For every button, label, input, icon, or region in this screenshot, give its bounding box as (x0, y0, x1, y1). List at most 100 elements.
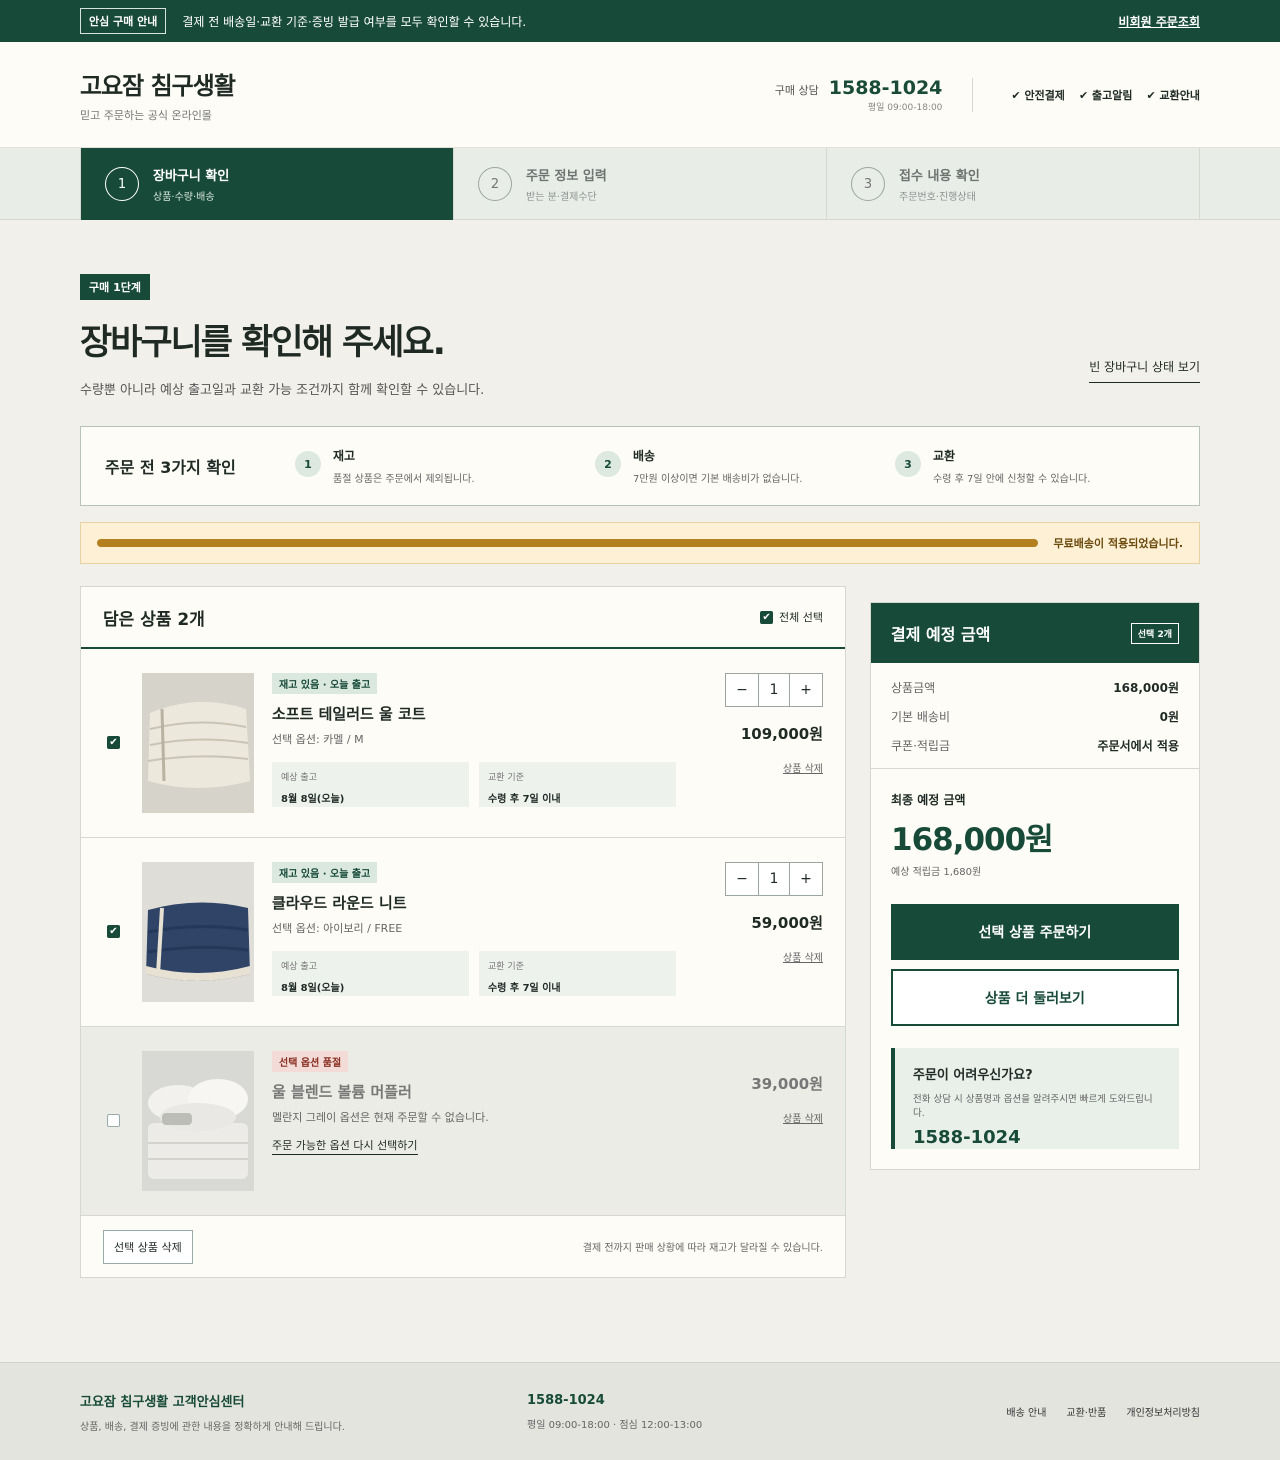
help-phone: 1588-1024 (913, 1127, 1021, 1148)
expected-ship-box: 예상 출고 8월 8일(오늘) (272, 762, 469, 807)
step-title: 장바구니 확인 (153, 169, 230, 184)
stage-badge: 구매 1단계 (80, 274, 150, 300)
cart-title: 담은 상품 2개 (103, 609, 205, 630)
page-description: 수량뿐 아니라 예상 출고일과 교환 가능 조건까지 함께 확인할 수 있습니다… (80, 383, 485, 398)
guest-order-lookup-link[interactable]: 비회원 주문조회 (1119, 13, 1200, 30)
step-cart: 1 장바구니 확인 상품·수량·배송 (81, 148, 454, 220)
step-number: 3 (851, 167, 885, 201)
product-image-duvet-cream[interactable] (142, 673, 254, 813)
expected-ship-value: 8월 8일(오늘) (281, 794, 345, 805)
product-name[interactable]: 울 블렌드 볼륨 머플러 (272, 1081, 676, 1102)
expected-points: 예상 적립금 1,680원 (891, 867, 982, 878)
reselect-option-link[interactable]: 주문 가능한 옵션 다시 선택하기 (272, 1137, 418, 1155)
summary-row-shipping: 기본 배송비 0원 (891, 702, 1179, 731)
phone-hours: 평일 09:00-18:00 (867, 102, 943, 113)
delete-item-link[interactable]: 상품 삭제 (783, 949, 823, 964)
stock-notice: 결제 전까지 판매 상황에 따라 재고가 달라질 수 있습니다. (582, 1243, 823, 1254)
product-image-duvet-navy[interactable] (142, 862, 254, 1002)
item-checkbox[interactable]: ✔ (107, 925, 120, 938)
step-number: 2 (478, 167, 512, 201)
product-name[interactable]: 클라우드 라운드 니트 (272, 892, 676, 913)
assurance-ship-alert: ✔ 출고알림 (1078, 88, 1133, 102)
pre-order-checklist: 주문 전 3가지 확인 1 재고 품절 상품은 주문에서 제외됩니다. 2 배송… (80, 426, 1200, 506)
row-label: 상품금액 (891, 681, 936, 695)
qty-increase-button[interactable]: + (790, 674, 822, 706)
delete-item-link[interactable]: 상품 삭제 (783, 1110, 823, 1125)
select-all-checkbox[interactable]: ✔ (760, 610, 774, 624)
delete-selected-button[interactable]: 선택 상품 삭제 (103, 1229, 193, 1264)
checklist-number: 1 (295, 451, 321, 477)
checklist-item-exchange: 3 교환 수령 후 7일 안에 신청할 수 있습니다. (895, 447, 1195, 485)
summary-title: 결제 예정 금액 (891, 625, 991, 644)
item-checkbox[interactable]: ✔ (107, 736, 120, 749)
step-number: 1 (105, 167, 139, 201)
continue-shopping-button[interactable]: 상품 더 둘러보기 (891, 969, 1179, 1026)
assurance-list: ✔ 안전결제 ✔ 출고알림 ✔ 교환안내 (973, 87, 1200, 103)
select-all-toggle[interactable]: ✔ 전체 선택 (760, 609, 823, 625)
order-selected-button[interactable]: 선택 상품 주문하기 (891, 904, 1179, 960)
checklist-desc: 7만원 이상이면 기본 배송비가 없습니다. (633, 474, 803, 485)
top-notice-bar: 안심 구매 안내 결제 전 배송일·교환 기준·증빙 발급 여부를 모두 확인할… (0, 0, 1280, 42)
help-box: 주문이 어려우신가요? 전화 상담 시 상품명과 옵션을 알려주시면 빠르게 도… (891, 1048, 1179, 1149)
cart-header: 담은 상품 2개 ✔ 전체 선택 (81, 587, 845, 649)
row-value: 주문서에서 적용 (1097, 739, 1179, 753)
exchange-policy-label: 교환 기준 (488, 773, 524, 783)
free-shipping-progress: 무료배송이 적용되었습니다. (80, 522, 1200, 564)
assurance-safe-payment: ✔ 안전결제 (1011, 88, 1065, 102)
footer-link-shipping[interactable]: 배송 안내 (1006, 1404, 1046, 1419)
step-confirm: 3 접수 내용 확인 주문번호·진행상태 (827, 148, 1200, 220)
purchase-consult: 구매 상담 1588-1024 평일 09:00-18:00 (774, 76, 974, 113)
checklist-desc: 수령 후 7일 안에 신청할 수 있습니다. (933, 474, 1091, 485)
quantity-stepper: − 1 + (725, 673, 823, 707)
site-header: 고요잠 침구생활 믿고 주문하는 공식 온라인몰 구매 상담 1588-1024… (0, 42, 1280, 148)
delete-item-link[interactable]: 상품 삭제 (783, 760, 823, 775)
qty-increase-button[interactable]: + (790, 863, 822, 895)
help-desc: 전화 상담 시 상품명과 옵션을 알려주시면 빠르게 도와드립니다. (913, 1094, 1153, 1119)
selected-count-chip: 선택 2개 (1130, 622, 1179, 644)
phone-number: 1588-1024 (828, 76, 943, 99)
brand-name[interactable]: 고요잠 침구생활 (80, 66, 236, 101)
expected-ship-label: 예상 출고 (281, 773, 317, 783)
footer-title: 고요잠 침구생활 고객안심센터 (80, 1394, 245, 1410)
item-checkbox[interactable] (107, 1114, 120, 1127)
summary-row-coupon: 쿠폰·적립금 주문서에서 적용 (891, 731, 1179, 760)
qty-decrease-button[interactable]: − (726, 863, 758, 895)
expected-ship-value: 8월 8일(오늘) (281, 983, 345, 994)
safe-purchase-badge: 안심 구매 안내 (80, 8, 167, 34)
brand[interactable]: 고요잠 침구생활 믿고 주문하는 공식 온라인몰 (80, 66, 236, 123)
step-order-info: 2 주문 정보 입력 받는 분·결제수단 (454, 148, 827, 220)
checklist-heading: 배송 (633, 449, 656, 463)
exchange-policy-label: 교환 기준 (488, 962, 524, 972)
qty-decrease-button[interactable]: − (726, 674, 758, 706)
footer-phone: 1588-1024 (527, 1392, 605, 1408)
top-notice-text: 결제 전 배송일·교환 기준·증빙 발급 여부를 모두 확인할 수 있습니다. (182, 14, 527, 29)
checklist-desc: 품절 상품은 주문에서 제외됩니다. (333, 474, 475, 485)
phone-label: 구매 상담 (774, 83, 819, 97)
stock-badge: 재고 있음 · 오늘 출고 (272, 673, 378, 694)
checklist-heading: 재고 (333, 449, 356, 463)
page-intro: 구매 1단계 장바구니를 확인해 주세요. 수량뿐 아니라 예상 출고일과 교환… (0, 220, 1280, 398)
item-price: 59,000원 (751, 914, 823, 932)
item-price: 39,000원 (751, 1075, 823, 1093)
site-footer: 고요잠 침구생활 고객안심센터 상품, 배송, 결제 증빙에 관한 내용을 정확… (0, 1362, 1280, 1460)
item-price: 109,000원 (740, 725, 823, 743)
footer-link-returns[interactable]: 교환·반품 (1066, 1404, 1106, 1419)
qty-value[interactable]: 1 (758, 863, 790, 895)
cart-item-soldout: 선택 옵션 품절 울 블렌드 볼륨 머플러 멜란지 그레이 옵션은 현재 주문할… (81, 1027, 845, 1216)
step-title: 접수 내용 확인 (899, 169, 980, 184)
summary-header: 결제 예정 금액 선택 2개 (871, 603, 1199, 663)
qty-value[interactable]: 1 (758, 674, 790, 706)
empty-cart-preview-link[interactable]: 빈 장바구니 상태 보기 (1089, 358, 1200, 383)
progress-fill (97, 539, 1038, 547)
checklist-item-stock: 1 재고 품절 상품은 주문에서 제외됩니다. (295, 447, 595, 485)
product-image-pillows-white[interactable] (142, 1051, 254, 1191)
row-value: 0원 (1159, 710, 1179, 724)
footer-link-privacy[interactable]: 개인정보처리방침 (1126, 1404, 1200, 1419)
product-option: 선택 옵션: 카멜 / M (272, 733, 364, 746)
product-name[interactable]: 소프트 테일러드 울 코트 (272, 703, 676, 724)
cart-footer: 선택 상품 삭제 결제 전까지 판매 상황에 따라 재고가 달라질 수 있습니다… (81, 1216, 845, 1277)
stock-badge: 재고 있음 · 오늘 출고 (272, 862, 378, 883)
assurance-exchange-info: ✔ 교환안내 (1146, 88, 1200, 102)
row-value: 168,000원 (1113, 681, 1179, 695)
row-label: 기본 배송비 (891, 710, 951, 724)
